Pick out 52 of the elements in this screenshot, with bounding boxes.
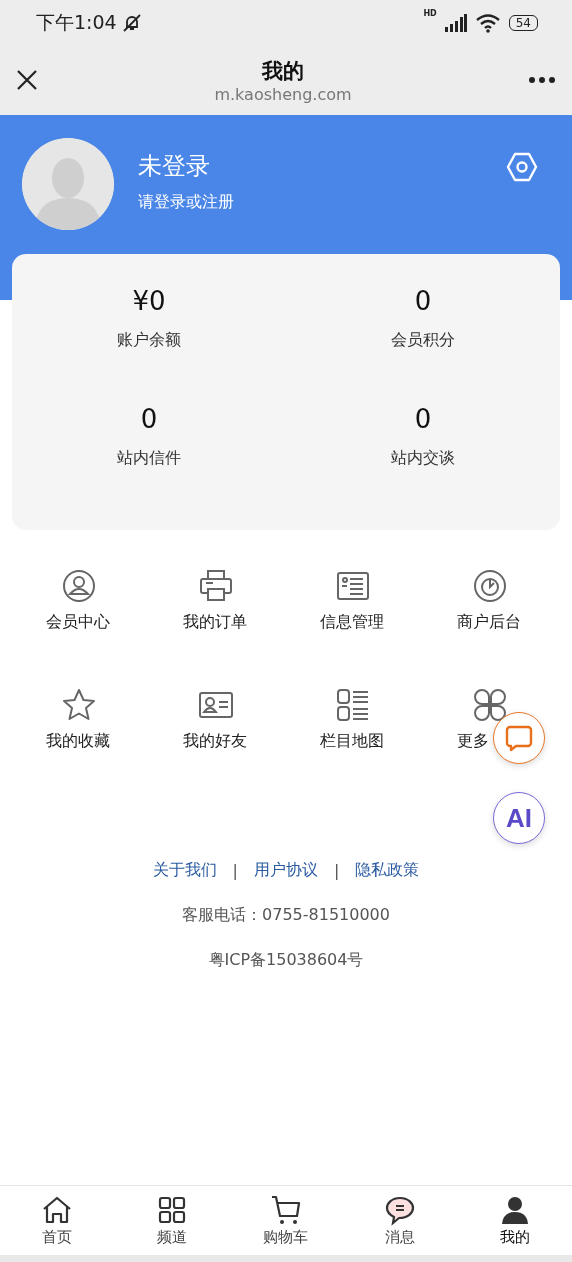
cart-icon	[270, 1194, 302, 1226]
dial-icon	[471, 568, 508, 604]
tab-item[interactable]: 购物车	[228, 1186, 344, 1256]
stat-label: 账户余额	[117, 330, 181, 351]
stat-value: 0	[140, 404, 158, 434]
page-title: 我的	[262, 57, 304, 85]
icp-text: 粤ICP备15038604号	[208, 950, 364, 971]
menu-item[interactable]: 更多	[421, 687, 558, 752]
user-circle-icon	[60, 568, 97, 604]
stat-label: 站内信件	[117, 448, 181, 469]
menu-item[interactable]: 会员中心	[10, 568, 147, 633]
footer-link[interactable]: 关于我们	[152, 860, 217, 881]
separator: |	[232, 861, 238, 880]
footer-link[interactable]: 隐私政策	[355, 860, 420, 881]
login-link[interactable]: 请登录或注册	[138, 192, 482, 213]
signal-icon	[444, 13, 467, 32]
battery-level: 54	[508, 14, 538, 31]
separator: |	[334, 861, 340, 880]
page-url: m.kaosheng.com	[214, 84, 352, 104]
clover-icon	[471, 687, 508, 723]
chat-button[interactable]	[493, 712, 545, 764]
tab-item[interactable]: 频道	[114, 1186, 229, 1256]
menu-item[interactable]: 商户后台	[421, 568, 558, 633]
printer-icon	[197, 568, 234, 604]
ai-button[interactable]: AI	[493, 792, 545, 844]
stat-label: 会员积分	[391, 330, 455, 351]
tab-item[interactable]: 我的	[457, 1186, 572, 1256]
phone-text: 客服电话：0755-81510000	[182, 905, 390, 926]
star-icon	[60, 687, 97, 723]
footer-link[interactable]: 用户协议	[254, 860, 318, 881]
wifi-icon	[474, 12, 501, 33]
settings-icon[interactable]	[506, 152, 538, 182]
menu-item[interactable]: 信息管理	[284, 568, 421, 633]
stat-value: 0	[414, 286, 432, 316]
menu-item[interactable]: 我的订单	[147, 568, 284, 633]
tab-item[interactable]: 首页	[0, 1186, 115, 1256]
menu-item[interactable]: 我的收藏	[10, 687, 147, 752]
tab-item[interactable]: 消息	[343, 1186, 458, 1256]
menu-item[interactable]: 栏目地图	[284, 687, 421, 752]
chat-bubble-icon	[505, 724, 533, 752]
stat-value: ¥0	[132, 286, 166, 316]
login-status: 未登录	[138, 151, 211, 182]
speech-bubble-icon	[384, 1194, 417, 1226]
network-label: HD	[423, 8, 437, 18]
more-icon[interactable]	[528, 76, 556, 84]
stat-label: 站内交谈	[391, 448, 455, 469]
list-grid-icon	[334, 687, 371, 723]
close-icon[interactable]	[16, 69, 38, 91]
menu-item[interactable]: 我的好友	[147, 687, 284, 752]
stat-value: 0	[414, 404, 432, 434]
status-time: 下午1:04	[36, 9, 117, 35]
avatar-icon	[22, 138, 114, 230]
